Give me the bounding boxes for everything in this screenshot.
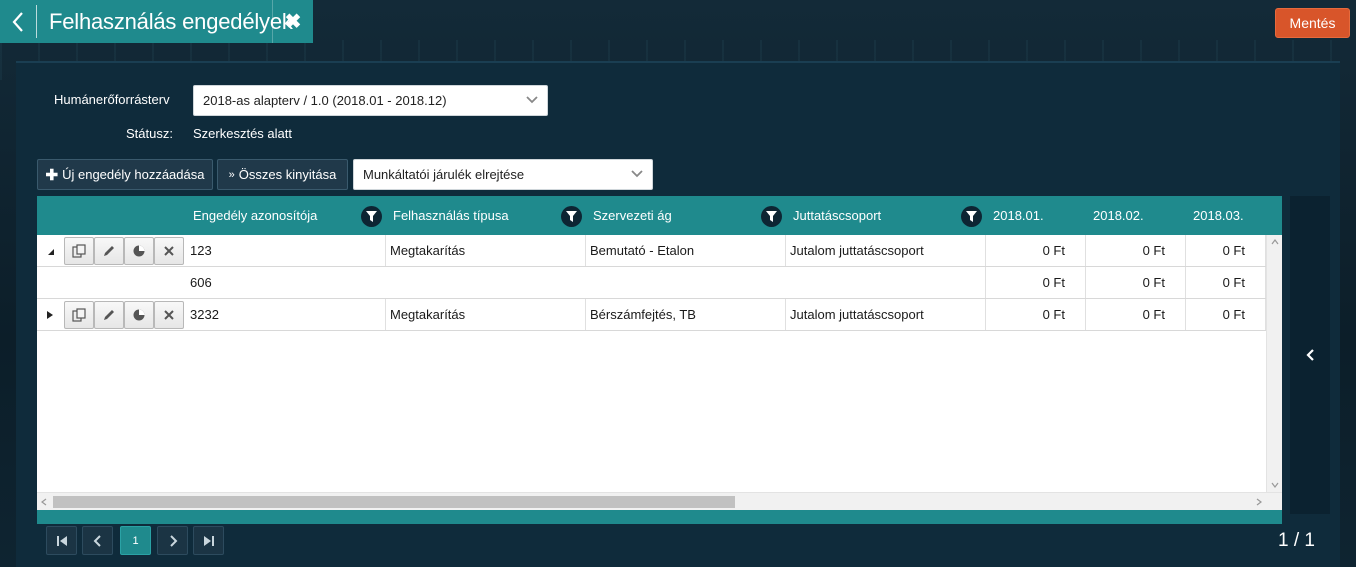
next-page-button[interactable] (157, 526, 188, 555)
column-header-month-2[interactable]: 2018.02. (1093, 196, 1144, 235)
cell-month-2: 0 Ft (1086, 235, 1186, 266)
chevron-left-icon (12, 11, 23, 32)
cell-id: 3232 (186, 299, 386, 330)
column-header-group[interactable]: Juttatáscsoport (793, 196, 881, 235)
page-title: Felhasználás engedélyek (49, 8, 293, 34)
expand-all-button[interactable]: » Összes kinyitása (217, 159, 348, 190)
cell-month-2: 0 Ft (1086, 299, 1186, 330)
scroll-left-icon[interactable] (41, 498, 47, 506)
cell-month-3: 0 Ft (1186, 299, 1266, 330)
title-box: Felhasználás engedélyek (0, 0, 313, 43)
close-icon: ✖ (284, 11, 302, 33)
pie-chart-icon (133, 245, 145, 257)
chart-button[interactable] (124, 301, 154, 329)
grid-footer (37, 510, 1282, 524)
chevron-down-icon (631, 170, 643, 178)
cell-id: 606 (186, 267, 986, 298)
side-panel-toggle[interactable] (1290, 196, 1330, 514)
top-bar: Felhasználás engedélyek ✖ Mentés (0, 0, 1356, 44)
column-header-type[interactable]: Felhasználás típusa (393, 196, 509, 235)
cell-month-1: 0 Ft (986, 267, 1086, 298)
pencil-icon (104, 246, 114, 256)
filter-icon[interactable] (361, 206, 382, 227)
save-button[interactable]: Mentés (1275, 8, 1350, 38)
plan-select-value: 2018-as alapterv / 1.0 (2018.01 - 2018.1… (203, 93, 447, 108)
pencil-icon (104, 310, 114, 320)
column-header-id[interactable]: Engedély azonosítója (193, 196, 317, 235)
edit-button[interactable] (94, 301, 124, 329)
last-page-icon (203, 535, 214, 546)
column-header-month-3[interactable]: 2018.03. (1193, 196, 1244, 235)
plan-select[interactable]: 2018-as alapterv / 1.0 (2018.01 - 2018.1… (193, 85, 548, 116)
hide-contribution-select[interactable]: Munkáltatói járulék elrejtése (353, 159, 653, 190)
table-row[interactable]: 123 Megtakarítás Bemutató - Etalon Jutal… (37, 235, 1266, 267)
cell-month-3: 0 Ft (1186, 235, 1266, 266)
grid-header: Engedély azonosítója Felhasználás típusa… (37, 196, 1282, 235)
table-row[interactable]: 3232 Megtakarítás Bérszámfejtés, TB Juta… (37, 299, 1266, 331)
scroll-down-icon[interactable] (1271, 482, 1279, 488)
back-button[interactable] (0, 0, 36, 43)
cell-month-2: 0 Ft (1086, 267, 1186, 298)
expand-all-label: Összes kinyitása (238, 167, 337, 182)
copy-button[interactable] (64, 237, 94, 265)
close-icon (164, 246, 174, 256)
filter-icon[interactable] (761, 206, 782, 227)
copy-icon (72, 308, 86, 322)
close-icon (164, 310, 174, 320)
cell-group: Jutalom juttatáscsoport (786, 235, 986, 266)
vertical-scrollbar[interactable] (1266, 235, 1282, 492)
chevron-down-icon (526, 96, 538, 104)
edit-button[interactable] (94, 237, 124, 265)
last-page-button[interactable] (193, 526, 224, 555)
page-info: 1 / 1 (1278, 530, 1315, 551)
copy-icon (72, 244, 86, 258)
filter-icon[interactable] (961, 206, 982, 227)
close-button[interactable]: ✖ (272, 0, 313, 43)
plan-label: Humánerőforrásterv (54, 92, 170, 107)
chevron-left-icon (1306, 349, 1314, 361)
table-row[interactable]: 606 0 Ft 0 Ft 0 Ft (37, 267, 1266, 299)
scroll-up-icon[interactable] (1271, 239, 1279, 245)
delete-button[interactable] (154, 237, 184, 265)
delete-button[interactable] (154, 301, 184, 329)
prev-page-button[interactable] (82, 526, 113, 555)
first-page-button[interactable] (46, 526, 77, 555)
chart-button[interactable] (124, 237, 154, 265)
cell-group: Jutalom juttatáscsoport (786, 299, 986, 330)
cell-org: Bérszámfejtés, TB (586, 299, 786, 330)
cell-month-1: 0 Ft (986, 299, 1086, 330)
pie-chart-icon (133, 309, 145, 321)
column-header-org[interactable]: Szervezeti ág (593, 196, 672, 235)
permits-grid: Engedély azonosítója Felhasználás típusa… (37, 196, 1282, 510)
cell-month-1: 0 Ft (986, 235, 1086, 266)
cell-org: Bemutató - Etalon (586, 235, 786, 266)
add-permit-label: Új engedély hozzáadása (62, 167, 205, 182)
main-panel: Humánerőforrásterv 2018-as alapterv / 1.… (16, 61, 1340, 567)
cell-type: Megtakarítás (386, 235, 586, 266)
cell-month-3: 0 Ft (1186, 267, 1266, 298)
horizontal-scroll-thumb[interactable] (53, 496, 735, 508)
expand-triangle-icon[interactable] (45, 310, 55, 320)
status-label: Státusz: (126, 126, 173, 141)
chevron-left-icon (93, 534, 101, 547)
double-chevron-down-icon: » (228, 168, 235, 181)
add-permit-button[interactable]: ✚ Új engedély hozzáadása (37, 159, 213, 190)
page-button-1[interactable]: 1 (120, 526, 151, 555)
plus-icon: ✚ (45, 166, 59, 184)
column-header-month-1[interactable]: 2018.01. (993, 196, 1044, 235)
chevron-right-icon (169, 534, 177, 547)
cell-id: 123 (186, 235, 386, 266)
hide-contribution-value: Munkáltatói járulék elrejtése (363, 167, 525, 182)
filter-icon[interactable] (561, 206, 582, 227)
first-page-icon (56, 535, 67, 546)
cell-type: Megtakarítás (386, 299, 586, 330)
horizontal-scrollbar[interactable] (37, 492, 1282, 510)
copy-button[interactable] (64, 301, 94, 329)
collapse-triangle-icon[interactable] (45, 246, 55, 256)
status-value: Szerkesztés alatt (193, 126, 292, 141)
scroll-right-icon[interactable] (1256, 498, 1262, 506)
